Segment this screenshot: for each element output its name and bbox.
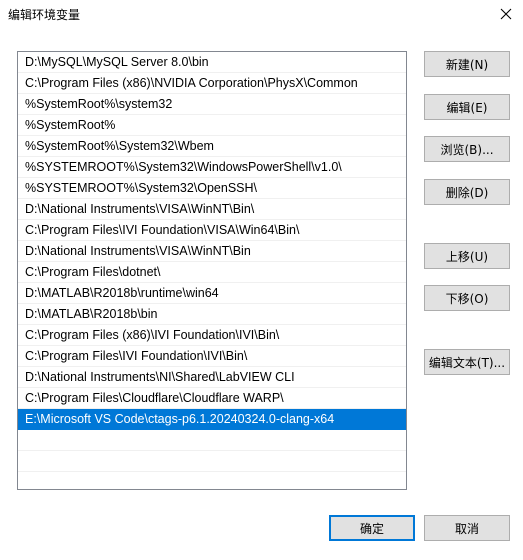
window-title: 编辑环境变量 [8, 8, 81, 22]
path-list-item[interactable]: C:\Program Files\dotnet\ [18, 262, 406, 283]
path-list-item[interactable]: C:\Program Files\Cloudflare\Cloudflare W… [18, 388, 406, 409]
path-list-item[interactable]: C:\Program Files (x86)\NVIDIA Corporatio… [18, 73, 406, 94]
new-button[interactable]: 新建(N) [424, 51, 510, 77]
empty-list-row [18, 430, 406, 451]
close-button[interactable] [489, 0, 523, 30]
path-list-item[interactable]: D:\National Instruments\VISA\WinNT\Bin [18, 241, 406, 262]
empty-list-row [18, 451, 406, 472]
path-list-item[interactable]: %SystemRoot%\system32 [18, 94, 406, 115]
edit-button[interactable]: 编辑(E) [424, 94, 510, 120]
browse-button[interactable]: 浏览(B)... [424, 136, 510, 162]
cancel-button[interactable]: 取消 [424, 515, 510, 541]
title-bar: 编辑环境变量 [0, 0, 523, 30]
move-up-button[interactable]: 上移(U) [424, 243, 510, 269]
path-list-item[interactable]: C:\Program Files (x86)\IVI Foundation\IV… [18, 325, 406, 346]
edit-text-button[interactable]: 编辑文本(T)... [424, 349, 510, 375]
path-list-item[interactable]: D:\MATLAB\R2018b\bin [18, 304, 406, 325]
path-list-item[interactable]: %SystemRoot% [18, 115, 406, 136]
path-list-item[interactable]: %SystemRoot%\System32\Wbem [18, 136, 406, 157]
delete-button[interactable]: 删除(D) [424, 179, 510, 205]
ok-button[interactable]: 确定 [329, 515, 415, 541]
path-list-item[interactable]: D:\MySQL\MySQL Server 8.0\bin [18, 52, 406, 73]
move-down-button[interactable]: 下移(O) [424, 285, 510, 311]
path-list-item[interactable]: C:\Program Files\IVI Foundation\VISA\Win… [18, 220, 406, 241]
path-list-item[interactable]: D:\National Instruments\NI\Shared\LabVIE… [18, 367, 406, 388]
path-list-item[interactable]: D:\MATLAB\R2018b\runtime\win64 [18, 283, 406, 304]
path-list-item[interactable]: E:\Microsoft VS Code\ctags-p6.1.20240324… [18, 409, 406, 430]
empty-list-row [18, 472, 406, 489]
close-icon [500, 8, 512, 23]
path-list-item[interactable]: D:\National Instruments\VISA\WinNT\Bin\ [18, 199, 406, 220]
path-list-item[interactable]: %SYSTEMROOT%\System32\OpenSSH\ [18, 178, 406, 199]
path-list[interactable]: D:\MySQL\MySQL Server 8.0\bin C:\Program … [17, 51, 407, 490]
path-list-item[interactable]: C:\Program Files\IVI Foundation\IVI\Bin\ [18, 346, 406, 367]
path-list-item[interactable]: %SYSTEMROOT%\System32\WindowsPowerShell\… [18, 157, 406, 178]
